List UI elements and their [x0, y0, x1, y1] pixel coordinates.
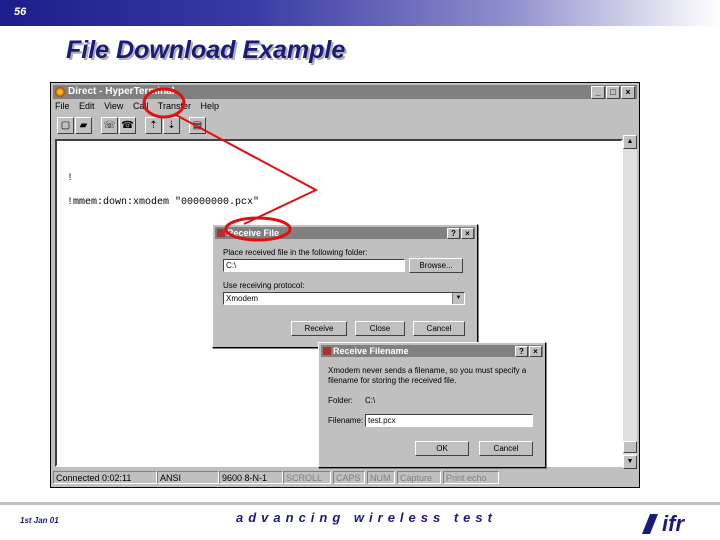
menu-help[interactable]: Help [201, 101, 220, 111]
folder-input[interactable]: C:\ [223, 259, 405, 272]
menu-file[interactable]: File [55, 101, 70, 111]
protocol-value: Xmodem [226, 294, 259, 303]
chevron-down-icon[interactable]: ▼ [452, 293, 464, 304]
menu-transfer[interactable]: Transfer [158, 101, 191, 111]
logo-text: ifr [662, 511, 685, 536]
folder-label: Folder: [328, 396, 353, 405]
footer-divider [0, 502, 720, 505]
folder-value: C:\ [365, 396, 376, 405]
close-dialog-button[interactable]: Close [355, 321, 405, 336]
folder-label: Place received file in the following fol… [223, 248, 368, 257]
new-icon[interactable]: ▢ [57, 117, 74, 134]
vertical-scrollbar[interactable]: ▲ ▼ [623, 135, 637, 469]
status-print-echo: Print echo [443, 471, 499, 484]
status-settings: 9600 8-N-1 [219, 471, 283, 484]
terminal-line: ! [67, 173, 74, 184]
browse-button[interactable]: Browse... [409, 258, 463, 273]
receive-icon [323, 347, 331, 355]
scroll-thumb[interactable] [623, 441, 637, 453]
receive-button[interactable]: Receive [291, 321, 347, 336]
dialog-titlebar[interactable]: Receive Filename ? × [321, 345, 543, 357]
dialog-title: Receive File [227, 228, 280, 238]
menu-view[interactable]: View [104, 101, 123, 111]
filename-input[interactable]: test.pcx [365, 414, 533, 427]
menu-edit[interactable]: Edit [79, 101, 95, 111]
close-button[interactable]: × [529, 346, 542, 357]
status-emulation: ANSI [157, 471, 219, 484]
ifr-logo: ifr [642, 511, 685, 536]
protocol-label: Use receiving protocol: [223, 281, 305, 290]
scroll-down-icon[interactable]: ▼ [623, 455, 637, 469]
cancel-button[interactable]: Cancel [413, 321, 465, 336]
footer-tagline: advancing wireless test [236, 510, 497, 525]
help-button[interactable]: ? [447, 228, 460, 239]
properties-icon[interactable]: ▤ [189, 117, 206, 134]
receive-file-dialog: Receive File ? × Place received file in t… [212, 224, 478, 348]
protocol-select[interactable]: Xmodem ▼ [223, 292, 465, 305]
status-connected: Connected 0:02:11 [53, 471, 157, 484]
ok-button[interactable]: OK [415, 441, 469, 456]
scroll-up-icon[interactable]: ▲ [623, 135, 637, 149]
hangup-icon[interactable]: ☎ [119, 117, 136, 134]
filename-label: Filename: [328, 416, 364, 425]
phone-icon[interactable]: ☏ [101, 117, 118, 134]
open-icon[interactable]: ▰ [75, 117, 92, 134]
window-title: Direct - HyperTerminal [68, 86, 175, 97]
close-button[interactable]: × [461, 228, 474, 239]
footer-date: 1st Jan 01 [20, 516, 59, 525]
menu-call[interactable]: Call [133, 101, 149, 111]
status-capture: Capture [397, 471, 441, 484]
minimize-button[interactable]: _ [591, 86, 605, 99]
message-line: filename for storing the received file. [328, 376, 457, 385]
terminal-line: !mmem:down:xmodem "00000000.pcx" [67, 197, 260, 208]
slide-number: 56 [14, 6, 27, 18]
receive-icon[interactable]: ⇣ [163, 117, 180, 134]
cancel-button[interactable]: Cancel [479, 441, 533, 456]
menu-bar: File Edit View Call Transfer Help [55, 101, 226, 115]
slide-title: File Download Example [66, 36, 346, 64]
logo-slash [642, 514, 658, 534]
help-button[interactable]: ? [515, 346, 528, 357]
toolbar: ▢ ▰ ☏ ☎ ⇡ ⇣ ▤ [57, 117, 207, 135]
slide-header-band [0, 0, 720, 26]
maximize-button[interactable]: □ [606, 86, 620, 99]
message-line: Xmodem never sends a filename, so you mu… [328, 366, 527, 375]
dialog-title: Receive Filename [333, 346, 409, 356]
status-caps: CAPS [333, 471, 365, 484]
send-icon[interactable]: ⇡ [145, 117, 162, 134]
close-button[interactable]: × [621, 86, 635, 99]
receive-icon [217, 229, 225, 237]
receive-filename-dialog: Receive Filename ? × Xmodem never sends a… [318, 342, 546, 468]
status-scroll: SCROLL [283, 471, 331, 484]
window-titlebar[interactable]: Direct - HyperTerminal _ □ × [53, 85, 637, 99]
hyperterminal-icon [55, 87, 65, 97]
dialog-titlebar[interactable]: Receive File ? × [215, 227, 475, 239]
status-num: NUM [367, 471, 395, 484]
